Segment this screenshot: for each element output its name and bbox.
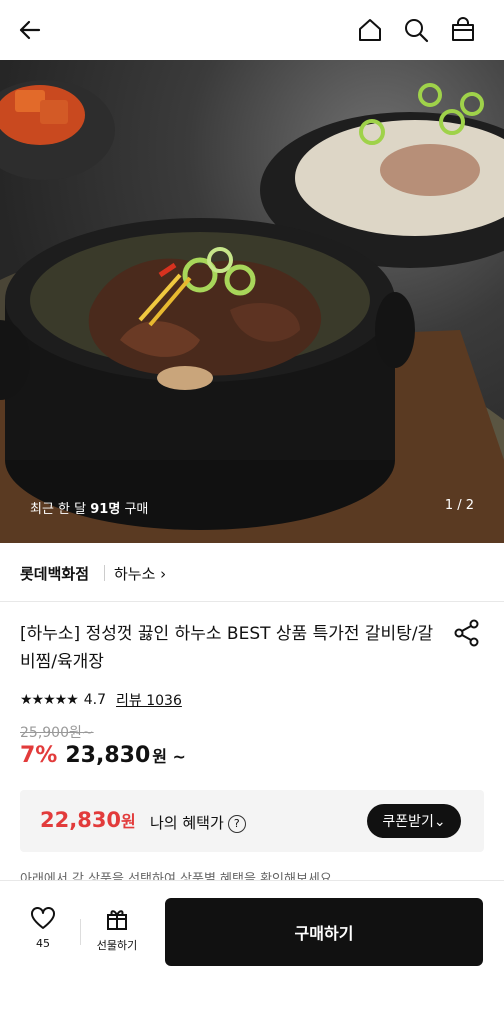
product-image[interactable]: 최근 한 달 91명 구매 1 / 2 (0, 60, 504, 543)
cart-button[interactable] (445, 12, 481, 48)
coupon-button[interactable]: 쿠폰받기⌄ (367, 804, 461, 838)
benefit-box: 22,830원 나의 혜택가? 쿠폰받기⌄ (20, 790, 484, 852)
price-unit: 원 ~ (152, 747, 186, 766)
bottom-action-bar: 45 선물하기 구매하기 (0, 880, 504, 1025)
product-title: [하누소] 정성껏 끓인 하누소 BEST 상품 특가전 갈비탕/갈비찜/육개장 (20, 624, 434, 672)
like-button[interactable]: 45 (20, 907, 66, 950)
gift-icon (107, 910, 127, 930)
heart-icon (31, 907, 55, 929)
image-pager: 1 / 2 (444, 498, 474, 513)
recent-purchase-count: 최근 한 달 91명 구매 (30, 502, 149, 517)
search-button[interactable] (398, 12, 434, 48)
back-button[interactable] (12, 12, 48, 48)
discount-rate: 7% (20, 743, 58, 768)
buy-button[interactable]: 구매하기 (165, 898, 483, 966)
gift-label: 선물하기 (96, 939, 138, 952)
share-icon (454, 619, 479, 647)
review-link[interactable]: 리뷰 1036 (116, 690, 182, 710)
arrow-left-icon (19, 20, 41, 40)
star-rating-icon: ★★★★★ (20, 692, 79, 708)
like-count: 45 (36, 937, 50, 950)
home-icon (359, 19, 381, 41)
home-button[interactable] (352, 12, 388, 48)
sale-price: 23,830 (65, 743, 151, 768)
top-bar (0, 0, 504, 60)
original-price: 25,900원~ (20, 725, 94, 741)
share-button[interactable] (452, 618, 482, 648)
rating-score: 4.7 (83, 692, 107, 708)
shopping-bag-icon (452, 17, 474, 41)
product-photo (0, 80, 504, 543)
benefit-price: 22,830원 (40, 808, 136, 832)
divider (104, 565, 105, 581)
divider (80, 919, 81, 945)
benefit-label: 나의 혜택가? (150, 812, 246, 833)
brand-row: 롯데백화점 하누소 › (0, 543, 504, 602)
gift-button[interactable]: 선물하기 (88, 907, 146, 953)
brand-link[interactable]: 하누소 › (114, 563, 166, 584)
price-row: 7% 23,830 원 ~ (20, 743, 186, 768)
help-icon[interactable]: ? (227, 814, 246, 833)
rating-row: ★★★★★ 4.7 리뷰 1036 (20, 690, 182, 710)
store-name: 롯데백화점 (20, 565, 90, 583)
search-icon (405, 19, 429, 43)
